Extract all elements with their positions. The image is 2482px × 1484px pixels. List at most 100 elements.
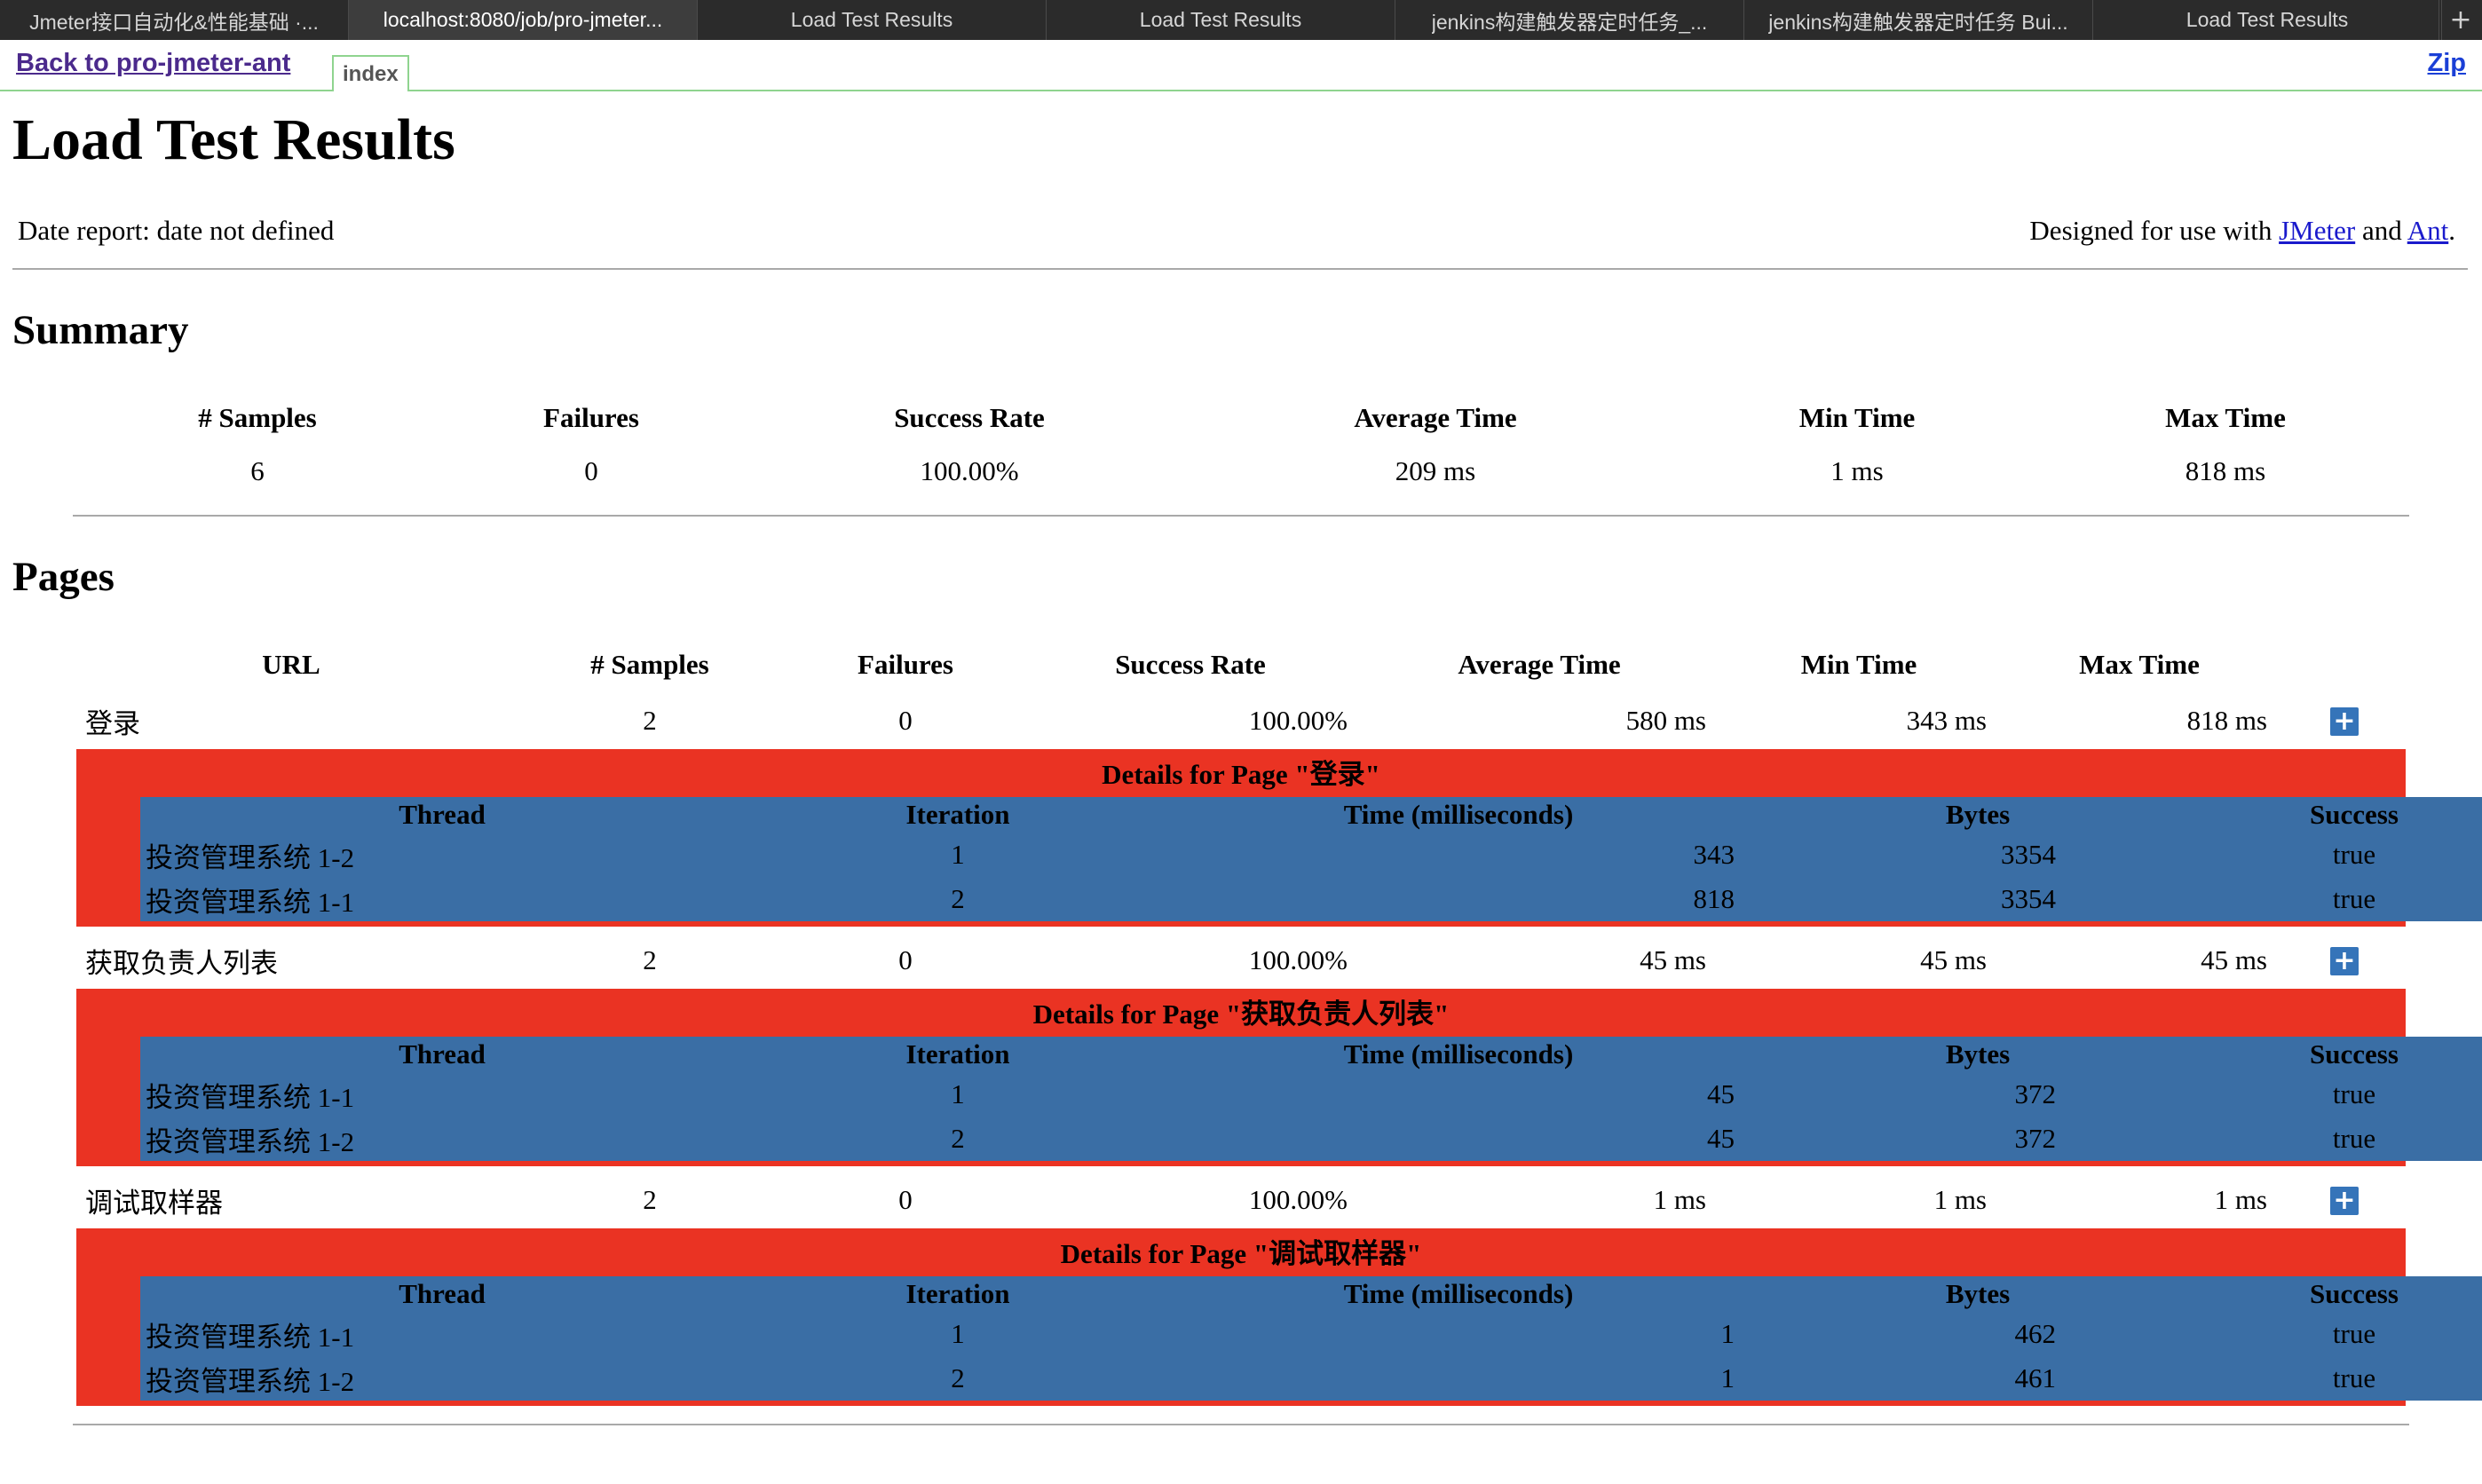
details-iteration-cell: 2 — [951, 1123, 965, 1154]
page-title: Load Test Results — [12, 107, 455, 172]
page-min-time-cell: 45 ms — [1920, 944, 1987, 975]
summary-value-cell: 818 ms — [2185, 455, 2266, 486]
summary-header-cell: Max Time — [2165, 402, 2286, 433]
details-thread-cell: 投资管理系统 1-1 — [146, 1321, 355, 1353]
period: . — [2448, 215, 2455, 246]
page-details-panel: Details for Page "登录" Thread Iteration Time… — [76, 749, 2482, 927]
pages-header-row: URL # Samples Failures Success Rate Aver… — [73, 637, 2409, 692]
index-tab[interactable]: index — [332, 55, 409, 91]
page-details-cell: Details for Page "调试取样器" Thread Iteration T… — [73, 1228, 2482, 1411]
back-to-job-link[interactable]: Back to pro-jmeter-ant — [16, 49, 290, 78]
page-failures-cell: 0 — [898, 1184, 913, 1215]
details-thread-cell: 投资管理系统 1-1 — [146, 886, 355, 918]
details-iteration-cell: 1 — [951, 839, 965, 870]
details-header-cell: Thread — [399, 799, 486, 830]
page-details-title: Details for Page "登录" — [1102, 759, 1380, 790]
pages-table: URL # Samples Failures Success Rate Aver… — [73, 637, 2482, 1411]
summary-header-cell: Min Time — [1798, 402, 1916, 433]
browser-tab-title: Load Test Results — [2186, 8, 2349, 31]
page-success-rate-cell: 100.00% — [1248, 944, 1348, 975]
details-header-cell: Bytes — [1945, 1278, 2011, 1309]
new-tab-plus-icon[interactable]: + — [2439, 0, 2482, 40]
details-bytes-cell: 372 — [2014, 1078, 2057, 1109]
page-details-row: Details for Page "获取负责人列表" Thread Iteratio… — [73, 989, 2482, 1172]
expand-plus-icon[interactable]: + — [2330, 707, 2359, 736]
page-details-table: Thread Iteration Time (milliseconds) Bytes S… — [140, 1276, 2482, 1401]
page-success-rate-cell: 100.00% — [1248, 705, 1348, 736]
details-header-cell: Time (milliseconds) — [1343, 799, 1574, 830]
pages-header-cell: # Samples — [590, 649, 709, 680]
expand-plus-icon[interactable]: + — [2330, 947, 2359, 975]
page-details-cell: Details for Page "获取负责人列表" Thread Iteratio… — [73, 989, 2482, 1172]
browser-tab[interactable]: jenkins构建触发器定时任务 Bui... — [1744, 0, 2093, 40]
details-row: 投资管理系统 1-1 1 45 372 true — [140, 1072, 2482, 1117]
details-header-row: Thread Iteration Time (milliseconds) Bytes S… — [140, 797, 2482, 833]
pages-header-cell: Average Time — [1458, 649, 1621, 680]
details-row: 投资管理系统 1-1 2 818 3354 true — [140, 877, 2482, 921]
details-header-row: Thread Iteration Time (milliseconds) Bytes S… — [140, 1037, 2482, 1072]
browser-tab[interactable]: jenkins构建触发器定时任务_... — [1395, 0, 1744, 40]
summary-header-cell: Average Time — [1354, 402, 1517, 433]
details-bytes-cell: 462 — [2014, 1318, 2057, 1349]
page-url-cell: 登录 — [85, 707, 140, 739]
summary-header-cell: # Samples — [198, 402, 317, 433]
details-success-cell: true — [2332, 1318, 2376, 1349]
browser-tab-title: Jmeter接口自动化&性能基础 ·... — [29, 10, 319, 34]
expand-cell: + — [2280, 692, 2409, 749]
details-thread-cell: 投资管理系统 1-2 — [146, 1125, 355, 1157]
page-details-cell: Details for Page "登录" Thread Iteration Time… — [73, 749, 2482, 932]
details-header-cell: Time (milliseconds) — [1343, 1278, 1574, 1309]
browser-tab-title: localhost:8080/job/pro-jmeter... — [383, 8, 663, 31]
pages-header-cell: Min Time — [1800, 649, 1917, 680]
details-time-cell: 1 — [1720, 1318, 1735, 1349]
page-row: 登录 2 0 100.00% 580 ms 343 ms 818 ms + — [73, 692, 2409, 749]
page-samples-cell: 2 — [643, 705, 657, 736]
details-row: 投资管理系统 1-2 2 45 372 true — [140, 1117, 2482, 1161]
page-url-cell: 调试取样器 — [85, 1187, 223, 1219]
page-failures-cell: 0 — [898, 705, 913, 736]
designed-prefix: Designed for use with — [2029, 215, 2280, 246]
page-max-time-cell: 45 ms — [2201, 944, 2267, 975]
page-min-time-cell: 1 ms — [1933, 1184, 1987, 1215]
browser-tab[interactable]: Load Test Results — [698, 0, 1047, 40]
zip-download-link[interactable]: Zip — [2428, 49, 2467, 78]
details-success-cell: true — [2332, 839, 2376, 870]
summary-heading: Summary — [12, 307, 189, 353]
pages-header-cell — [2280, 637, 2409, 692]
details-header-cell: Time (milliseconds) — [1343, 1038, 1574, 1070]
page-samples-cell: 2 — [643, 944, 657, 975]
browser-tab-title: jenkins构建触发器定时任务_... — [1431, 10, 1708, 34]
pages-divider — [73, 1424, 2409, 1425]
browser-tab[interactable]: Load Test Results — [2093, 0, 2442, 40]
page-average-time-cell: 45 ms — [1640, 944, 1706, 975]
browser-tab-active[interactable]: localhost:8080/job/pro-jmeter... — [349, 0, 698, 40]
browser-tab-title: Load Test Results — [1139, 8, 1302, 31]
details-success-cell: true — [2332, 1123, 2376, 1154]
expand-plus-icon[interactable]: + — [2330, 1187, 2359, 1215]
page-row: 调试取样器 2 0 100.00% 1 ms 1 ms 1 ms + — [73, 1172, 2409, 1228]
ant-link[interactable]: Ant — [2407, 215, 2449, 246]
browser-tab[interactable]: Jmeter接口自动化&性能基础 ·... — [0, 0, 349, 40]
details-row: 投资管理系统 1-1 1 1 462 true — [140, 1312, 2482, 1356]
page-details-table: Thread Iteration Time (milliseconds) Bytes S… — [140, 797, 2482, 921]
details-thread-cell: 投资管理系统 1-2 — [146, 841, 355, 873]
details-success-cell: true — [2332, 883, 2376, 914]
report-date: Date report: date not defined — [18, 215, 335, 246]
pages-header-cell: Max Time — [2079, 649, 2200, 680]
browser-tab[interactable]: Load Test Results — [1047, 0, 1395, 40]
details-thread-cell: 投资管理系统 1-2 — [146, 1365, 355, 1397]
details-row: 投资管理系统 1-2 2 1 461 true — [140, 1356, 2482, 1401]
details-time-cell: 45 — [1707, 1123, 1735, 1154]
summary-value-cell: 0 — [584, 455, 598, 486]
summary-value-row: 6 0 100.00% 209 ms 1 ms 818 ms — [73, 446, 2409, 497]
page-details-title: Details for Page "获取负责人列表" — [1032, 999, 1450, 1030]
details-bytes-cell: 372 — [2014, 1123, 2057, 1154]
details-header-cell: Success — [2310, 1278, 2399, 1309]
pages-heading: Pages — [12, 554, 115, 600]
page-details-row: Details for Page "调试取样器" Thread Iteration T… — [73, 1228, 2482, 1411]
summary-value-cell: 1 ms — [1830, 455, 1884, 486]
page-details-table: Thread Iteration Time (milliseconds) Bytes S… — [140, 1037, 2482, 1161]
jmeter-link[interactable]: JMeter — [2279, 215, 2355, 246]
report-nav-bar: Back to pro-jmeter-ant index Zip — [0, 40, 2482, 91]
pages-header-cell: URL — [262, 649, 320, 680]
